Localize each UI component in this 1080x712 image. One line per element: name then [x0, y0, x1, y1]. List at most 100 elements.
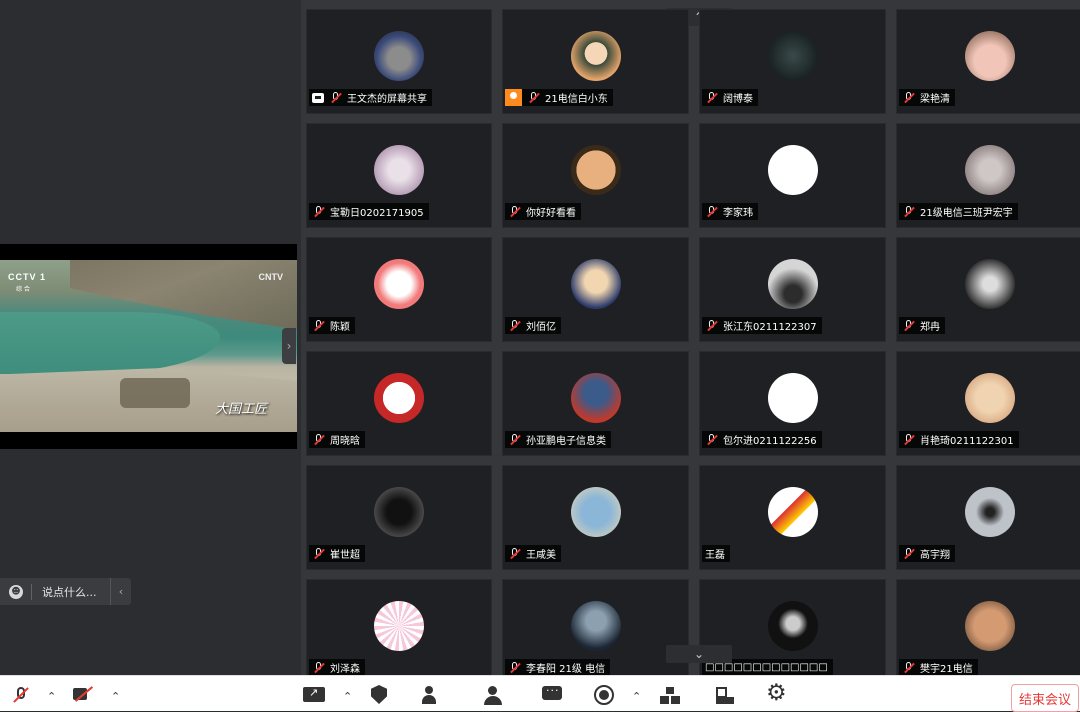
participant-name: 21级电信三班尹宏宇	[920, 208, 1013, 219]
divider	[31, 583, 32, 600]
mic-muted-icon	[329, 91, 343, 105]
chevron-up-icon[interactable]: ⌃	[111, 690, 120, 703]
mic-muted-icon	[902, 547, 916, 561]
participant-tile[interactable]: 陈颖	[306, 237, 492, 342]
layout-icon	[659, 685, 681, 705]
participant-tile[interactable]: 王文杰的屏幕共享	[306, 9, 492, 114]
participant-name-tag: 郑冉	[899, 317, 945, 334]
participant-name-tag: 阔博泰	[702, 89, 758, 106]
chevron-up-icon[interactable]: ⌃	[632, 690, 641, 703]
mute-button[interactable]	[10, 684, 32, 706]
participant-name: 陈颖	[330, 322, 350, 333]
participant-tile[interactable]: 王磊	[699, 465, 886, 570]
participant-tile[interactable]: 樊宇21电信	[896, 579, 1080, 675]
participant-name-tag: 李春阳 21级 电信	[505, 659, 611, 675]
bottom-toolbar: 结束会议 ⌃ ⌃ ⌃ ⌃	[0, 675, 1080, 712]
members-button[interactable]	[482, 684, 504, 706]
avatar	[767, 373, 818, 423]
mic-muted-icon	[705, 205, 719, 219]
participant-tile[interactable]: 李春阳 21级 电信	[502, 579, 689, 675]
settings-button[interactable]	[766, 680, 788, 706]
participant-tile[interactable]: 周晓晗	[306, 351, 492, 456]
participant-tile[interactable]: 崔世超	[306, 465, 492, 570]
avatar	[767, 145, 818, 195]
participant-tile[interactable]: 郑冉	[896, 237, 1080, 342]
participant-name-tag: 你好好看看	[505, 203, 581, 220]
participant-tile[interactable]: 宝勒日0202171905	[306, 123, 492, 228]
chat-button[interactable]	[541, 684, 563, 706]
video-button[interactable]	[72, 684, 94, 706]
pane-toggle-chevron-right-icon[interactable]: ›	[282, 328, 296, 364]
mic-muted-icon	[902, 205, 916, 219]
chevron-up-icon[interactable]: ⌃	[343, 690, 352, 703]
avatar	[767, 31, 818, 81]
participant-name: 高宇翔	[920, 550, 950, 561]
participant-tile[interactable]: 李家玮	[699, 123, 886, 228]
participant-tile[interactable]: 你好好看看	[502, 123, 689, 228]
participant-tile[interactable]: 包尔进0211122256	[699, 351, 886, 456]
chat-input[interactable]: ☻ 说点什么... ‹	[0, 578, 131, 605]
participant-name: 郑冉	[920, 322, 940, 333]
participant-tile[interactable]: 阔博泰	[699, 9, 886, 114]
participant-name: 刘佰亿	[526, 322, 556, 333]
participant-name: 樊宇21电信	[920, 664, 973, 675]
share-screen-button[interactable]	[303, 684, 325, 706]
avatar	[767, 487, 818, 537]
chevron-up-icon[interactable]: ⌃	[47, 690, 56, 703]
record-button[interactable]	[593, 684, 615, 706]
mic-muted-icon	[508, 205, 522, 219]
camera-off-icon	[72, 685, 94, 705]
participant-tile[interactable]: 梁艳清	[896, 9, 1080, 114]
avatar	[570, 145, 621, 195]
avatar	[570, 373, 621, 423]
mic-muted-icon	[312, 661, 326, 675]
participant-name-tag: 刘泽森	[309, 659, 365, 675]
participant-name: 梁艳清	[920, 94, 950, 105]
participant-name-tag: 王咸美	[505, 545, 561, 562]
gear-icon	[766, 680, 788, 706]
participant-tile[interactable]: 21电信白小东	[502, 9, 689, 114]
apps-button[interactable]	[714, 684, 736, 706]
chevron-left-icon[interactable]: ‹	[110, 578, 131, 605]
share-screen-icon	[303, 685, 325, 705]
avatar	[374, 31, 424, 81]
participant-name: 张江东0211122307	[723, 322, 817, 333]
participant-tile[interactable]: 高宇翔	[896, 465, 1080, 570]
avatar	[964, 373, 1015, 423]
channel-logo: CCTV 1	[8, 272, 47, 282]
security-button[interactable]	[368, 684, 390, 706]
mic-muted-icon	[902, 433, 916, 447]
participant-tile[interactable]: 刘佰亿	[502, 237, 689, 342]
mic-muted-icon	[527, 91, 541, 105]
scroll-down-icon[interactable]: ⌄	[666, 645, 732, 663]
end-meeting-button[interactable]: 结束会议	[1011, 684, 1079, 712]
shield-icon	[368, 685, 390, 705]
channel-sub-logo: 综 合	[16, 286, 30, 293]
participant-tile[interactable]: 王咸美	[502, 465, 689, 570]
participant-name-tag: 王磊	[702, 545, 730, 562]
participant-tile[interactable]: 张江东0211122307	[699, 237, 886, 342]
participant-tile[interactable]: 刘泽森	[306, 579, 492, 675]
chat-input-placeholder[interactable]: 说点什么...	[42, 584, 110, 600]
mic-muted-icon	[312, 205, 326, 219]
avatar	[570, 31, 621, 81]
mic-muted-icon	[312, 547, 326, 561]
participant-name-tag: 高宇翔	[899, 545, 955, 562]
add-user-icon	[422, 685, 444, 705]
layout-button[interactable]	[659, 684, 681, 706]
screen-share-video: CCTV 1 综 合 CNTV 大国工匠	[0, 260, 297, 432]
participant-grid: 王文杰的屏幕共享 21电信白小东 阔博泰 梁艳清 宝勒日0202171905 你好好看看李…	[306, 9, 1080, 675]
screen-share-view[interactable]: CCTV 1 综 合 CNTV 大国工匠	[0, 244, 297, 449]
participant-name: 宝勒日0202171905	[330, 208, 424, 219]
invite-button[interactable]	[422, 684, 444, 706]
participant-name-tag: 宝勒日0202171905	[309, 203, 429, 220]
participant-tile[interactable]: 孙亚鹏电子信息类	[502, 351, 689, 456]
participant-name-tag: 包尔进0211122256	[702, 431, 822, 448]
cntv-logo: CNTV	[258, 272, 284, 282]
participant-tile[interactable]: 21级电信三班尹宏宇	[896, 123, 1080, 228]
mic-muted-icon	[508, 433, 522, 447]
participant-name: 21电信白小东	[545, 94, 608, 105]
participant-tile[interactable]: 肖艳琦0211122301	[896, 351, 1080, 456]
emoji-icon[interactable]: ☻	[9, 584, 23, 599]
video-river	[0, 312, 220, 374]
